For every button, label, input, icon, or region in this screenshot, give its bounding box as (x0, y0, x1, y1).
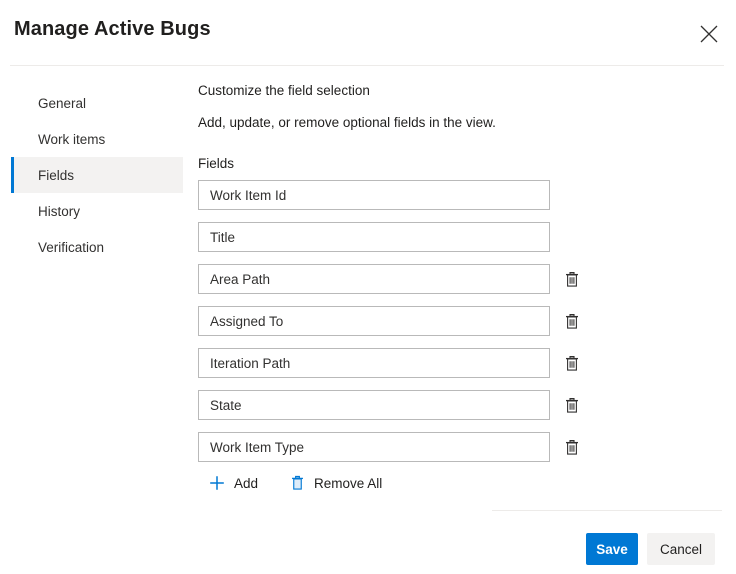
field-row (198, 348, 598, 378)
header-divider (10, 65, 724, 66)
trash-icon (564, 355, 580, 372)
sidebar-nav: General Work items Fields History Verifi… (11, 85, 183, 265)
sidebar-item-label: General (38, 95, 87, 111)
sidebar-item-general[interactable]: General (11, 85, 183, 121)
add-field-label: Add (234, 475, 259, 491)
field-row (198, 264, 598, 294)
field-row (198, 180, 598, 210)
fields-label: Fields (198, 156, 235, 171)
field-input-work-item-type[interactable] (198, 432, 550, 462)
field-row (198, 432, 598, 462)
delete-field-button[interactable] (559, 392, 585, 418)
sidebar-item-work-items[interactable]: Work items (11, 121, 183, 157)
remove-all-label: Remove All (314, 475, 383, 491)
plus-icon (208, 474, 226, 492)
trash-icon (288, 474, 306, 492)
field-row (198, 306, 598, 336)
delete-field-button[interactable] (559, 350, 585, 376)
cancel-button[interactable]: Cancel (647, 533, 715, 565)
close-icon (699, 24, 719, 44)
footer-actions: Save Cancel (586, 533, 715, 565)
field-input-state[interactable] (198, 390, 550, 420)
sidebar-item-label: History (38, 203, 81, 219)
fields-command-bar: Add Remove All (198, 474, 598, 492)
close-button[interactable] (694, 19, 724, 49)
field-input-assigned-to[interactable] (198, 306, 550, 336)
field-row (198, 390, 598, 420)
sidebar-item-verification[interactable]: Verification (11, 229, 183, 265)
add-field-button[interactable]: Add (208, 474, 258, 492)
section-description: Add, update, or remove optional fields i… (198, 115, 496, 130)
trash-icon (564, 439, 580, 456)
field-row (198, 222, 598, 252)
sidebar-item-fields[interactable]: Fields (11, 157, 183, 193)
save-button[interactable]: Save (586, 533, 638, 565)
field-input-iteration-path[interactable] (198, 348, 550, 378)
field-input-work-item-id[interactable] (198, 180, 550, 210)
trash-icon (564, 397, 580, 414)
field-input-area-path[interactable] (198, 264, 550, 294)
footer-divider (492, 510, 722, 511)
section-heading: Customize the field selection (198, 83, 370, 98)
trash-icon (564, 313, 580, 330)
delete-field-button[interactable] (559, 434, 585, 460)
fields-list (198, 180, 598, 462)
remove-all-button[interactable]: Remove All (288, 474, 382, 492)
main-panel: Customize the field selection Add, updat… (198, 82, 598, 492)
dialog-header: Manage Active Bugs (0, 0, 736, 66)
sidebar-item-history[interactable]: History (11, 193, 183, 229)
field-input-title[interactable] (198, 222, 550, 252)
sidebar-item-label: Fields (38, 167, 75, 183)
delete-field-button[interactable] (559, 266, 585, 292)
delete-field-button[interactable] (559, 308, 585, 334)
page-title: Manage Active Bugs (14, 18, 211, 40)
sidebar-item-label: Work items (38, 131, 106, 147)
sidebar-item-label: Verification (38, 239, 105, 255)
trash-icon (564, 271, 580, 288)
